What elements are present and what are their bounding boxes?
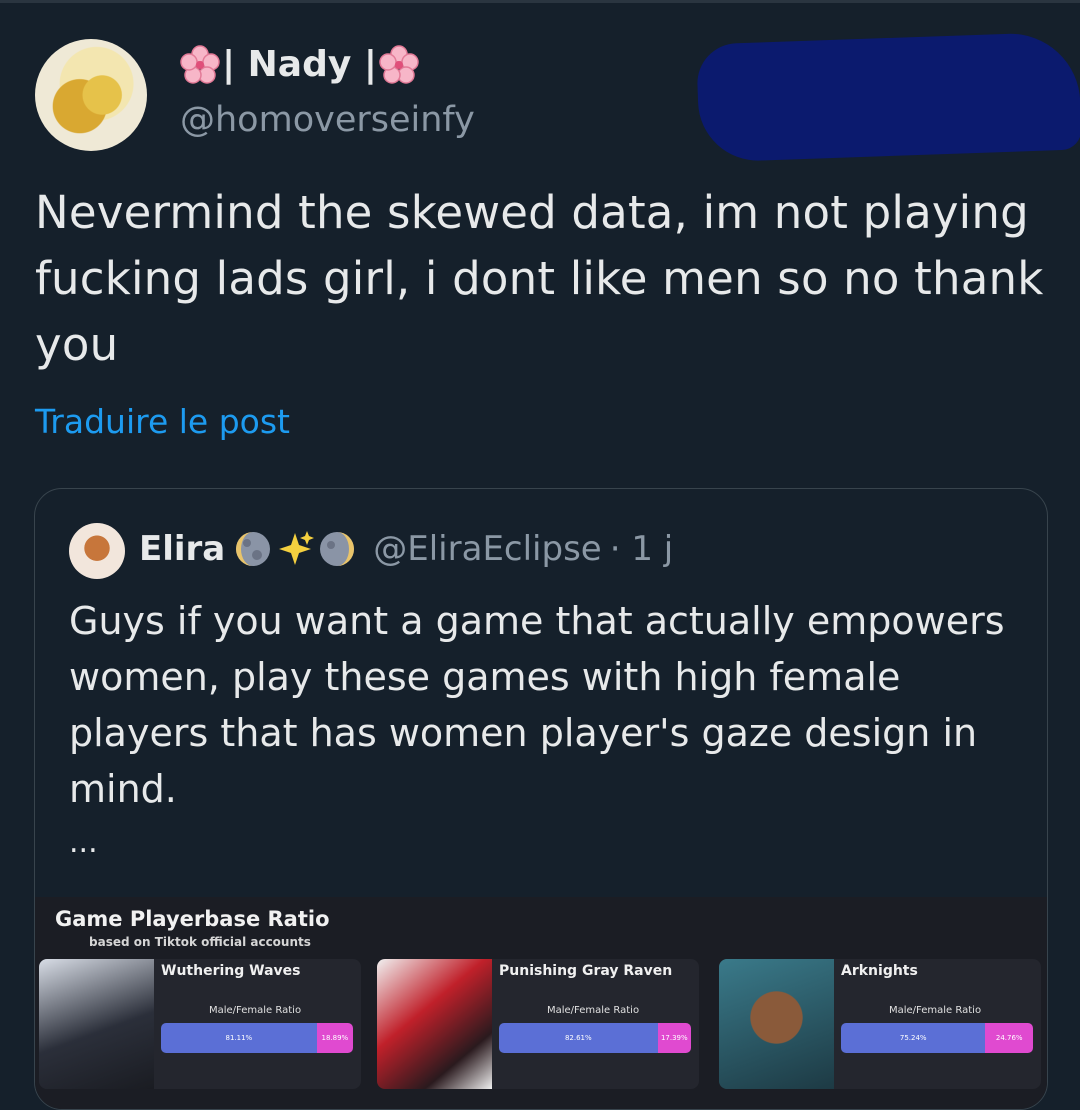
redaction-scribble — [696, 31, 1080, 163]
cherry-blossom-icon — [379, 44, 419, 85]
male-share: 75.24% — [841, 1023, 986, 1053]
female-share: 24.76% — [985, 1023, 1033, 1053]
author-handle[interactable]: @homoverseinfy — [180, 100, 475, 140]
author-avatar[interactable] — [35, 39, 147, 151]
sparkles-icon — [275, 529, 315, 569]
ratio-label: Male/Female Ratio — [209, 1005, 302, 1016]
quote-handle[interactable]: @EliraEclipse — [373, 529, 601, 569]
quote-text: Guys if you want a game that actually em… — [69, 599, 1005, 811]
male-share: 81.11% — [161, 1023, 317, 1053]
game-title: Wuthering Waves — [161, 963, 301, 979]
quote-header: Elira @EliraEclipse · 1 j — [139, 529, 673, 569]
male-share: 82.61% — [499, 1023, 658, 1053]
game-title: Arknights — [841, 963, 918, 979]
ratio-bar: 82.61% 17.39% — [499, 1023, 691, 1053]
translate-post-link[interactable]: Traduire le post — [35, 402, 290, 441]
moon-icon — [233, 529, 273, 569]
author-name-row[interactable]: | Nady | — [180, 44, 419, 85]
female-share: 18.89% — [316, 1023, 353, 1053]
ratio-label: Male/Female Ratio — [889, 1005, 982, 1016]
moon-icon — [317, 529, 357, 569]
quoted-tweet[interactable]: Elira @EliraEclipse · 1 j Guys if you wa… — [34, 488, 1048, 1110]
media-subtitle: based on Tiktok official accounts — [89, 935, 311, 949]
ratio-label: Male/Female Ratio — [547, 1005, 640, 1016]
author-display-name: | Nady | — [222, 44, 378, 85]
quote-media-image[interactable]: Game Playerbase Ratio based on Tiktok of… — [35, 897, 1047, 1109]
tweet-text: Nevermind the skewed data, im not playin… — [35, 186, 1044, 371]
ratio-bar: 81.11% 18.89% — [161, 1023, 353, 1053]
game-title: Punishing Gray Raven — [499, 963, 673, 979]
quote-ellipsis: ... — [69, 825, 98, 860]
top-divider — [0, 0, 1080, 3]
cherry-blossom-icon — [180, 44, 220, 85]
media-title: Game Playerbase Ratio — [55, 907, 330, 931]
quote-timestamp[interactable]: · 1 j — [610, 529, 674, 569]
quote-avatar[interactable] — [69, 523, 125, 579]
quote-display-name: Elira — [139, 529, 226, 569]
female-share: 17.39% — [657, 1023, 691, 1053]
ratio-bar: 75.24% 24.76% — [841, 1023, 1033, 1053]
